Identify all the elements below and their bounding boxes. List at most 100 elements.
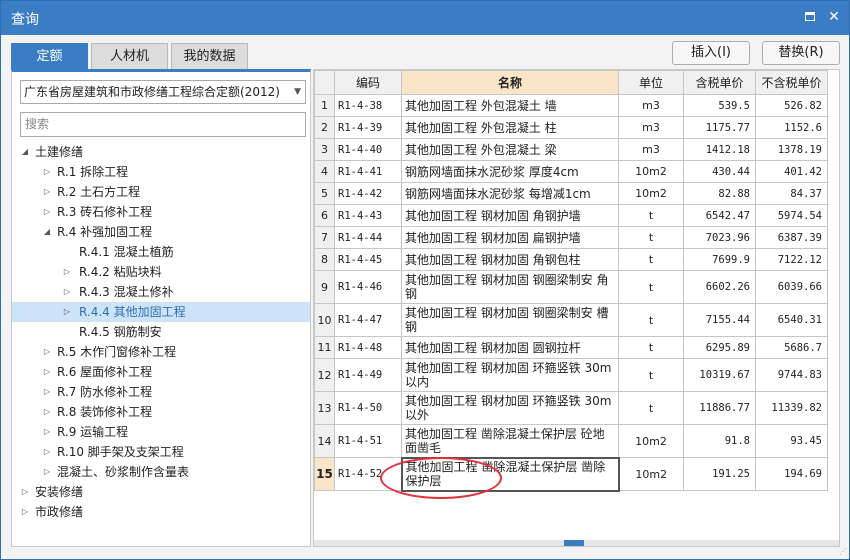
header-name[interactable]: 名称	[401, 70, 619, 95]
title-bar[interactable]: 查询 ✕	[1, 1, 849, 35]
table-row[interactable]: 15 R1-4-52 其他加固工程 凿除混凝土保护层 凿除保护层 10m2 191.25…	[314, 456, 828, 492]
row-number[interactable]: 8	[314, 248, 335, 271]
table-row[interactable]: 8 R1-4-45 其他加固工程 钢材加固 角钢包柱 t 7699.9 7122.12	[314, 248, 828, 271]
collapsed-arrow-icon[interactable]: ▷	[62, 262, 72, 282]
row-number[interactable]: 3	[314, 138, 335, 161]
cell-name[interactable]: 其他加固工程 钢材加固 扁钢护墙	[401, 226, 619, 249]
collapsed-arrow-icon[interactable]: ▷	[42, 162, 52, 182]
cell-price-tax[interactable]: 10319.67	[683, 358, 756, 392]
tree-item[interactable]: ▷ R.4.4 其他加固工程	[12, 302, 310, 322]
cell-code[interactable]: R1-4-40	[334, 138, 402, 161]
cell-name[interactable]: 钢筋网墙面抹水泥砂浆 厚度4cm	[401, 160, 619, 183]
cell-code[interactable]: R1-4-43	[334, 204, 402, 227]
collapsed-arrow-icon[interactable]: ▷	[20, 482, 30, 502]
collapsed-arrow-icon[interactable]: ▷	[42, 382, 52, 402]
table-row[interactable]: 10 R1-4-47 其他加固工程 钢材加固 钢圈梁制安 槽钢 t 7155.44 654…	[314, 303, 828, 337]
tree-item[interactable]: ▷ R.4.3 混凝土修补	[12, 282, 310, 302]
header-unit[interactable]: 单位	[618, 70, 684, 95]
cell-price-tax[interactable]: 7699.9	[683, 248, 756, 271]
cell-name[interactable]: 其他加固工程 凿除混凝土保护层 凿除保护层	[400, 456, 620, 492]
cell-unit[interactable]: t	[618, 358, 684, 392]
table-row[interactable]: 13 R1-4-50 其他加固工程 钢材加固 环箍竖铁 30m以外 t 11886.77…	[314, 391, 828, 425]
cell-unit[interactable]: t	[618, 226, 684, 249]
search-input[interactable]: 搜索	[20, 112, 306, 137]
cell-name[interactable]: 其他加固工程 外包混凝土 墙	[401, 94, 619, 117]
header-code[interactable]: 编码	[334, 70, 402, 95]
cell-code[interactable]: R1-4-44	[334, 226, 402, 249]
cell-unit[interactable]: t	[618, 270, 684, 304]
row-number[interactable]: 11	[314, 336, 335, 359]
cell-unit[interactable]: m3	[618, 116, 684, 139]
cell-price-notax[interactable]: 9744.83	[755, 358, 828, 392]
table-row[interactable]: 5 R1-4-42 钢筋网墙面抹水泥砂浆 每增减1cm 10m2 82.88 84.37	[314, 182, 828, 205]
collapsed-arrow-icon[interactable]: ▷	[42, 182, 52, 202]
tab-quota[interactable]: 定额	[11, 43, 88, 69]
cell-price-notax[interactable]: 5686.7	[755, 336, 828, 359]
table-row[interactable]: 4 R1-4-41 钢筋网墙面抹水泥砂浆 厚度4cm 10m2 430.44 401.42	[314, 160, 828, 183]
table-row[interactable]: 6 R1-4-43 其他加固工程 钢材加固 角钢护墙 t 6542.47 5974.54	[314, 204, 828, 227]
tree-item[interactable]: ▷ R.6 屋面修补工程	[12, 362, 310, 382]
collapsed-arrow-icon[interactable]: ▷	[62, 282, 72, 302]
cell-price-tax[interactable]: 1175.77	[683, 116, 756, 139]
cell-price-notax[interactable]: 1378.19	[755, 138, 828, 161]
row-number[interactable]: 14	[314, 424, 335, 458]
cell-name[interactable]: 其他加固工程 钢材加固 角钢包柱	[401, 248, 619, 271]
cell-unit[interactable]: 10m2	[618, 424, 684, 458]
chevron-down-icon[interactable]: ▼	[294, 81, 301, 103]
row-number[interactable]: 4	[314, 160, 335, 183]
tab-labor-material[interactable]: 人材机	[91, 43, 168, 69]
expanded-arrow-icon[interactable]: ◢	[42, 222, 52, 242]
tree-item[interactable]: ◢ 土建修缮	[12, 142, 310, 162]
cell-price-notax[interactable]: 5974.54	[755, 204, 828, 227]
header-price-notax[interactable]: 不含税单价	[755, 70, 828, 95]
tree-item[interactable]: ◢ R.4 补强加固工程	[12, 222, 310, 242]
tree-item[interactable]: R.4.1 混凝土植筋	[12, 242, 310, 262]
insert-button[interactable]: 插入(I)	[672, 41, 750, 65]
collapsed-arrow-icon[interactable]: ▷	[42, 342, 52, 362]
cell-name[interactable]: 其他加固工程 钢材加固 环箍竖铁 30m以外	[401, 391, 619, 425]
cell-price-tax[interactable]: 6542.47	[683, 204, 756, 227]
collapsed-arrow-icon[interactable]: ▷	[42, 202, 52, 222]
cell-unit[interactable]: m3	[618, 138, 684, 161]
cell-name[interactable]: 其他加固工程 钢材加固 环箍竖铁 30m以内	[401, 358, 619, 392]
cell-price-notax[interactable]: 194.69	[755, 457, 828, 491]
cell-price-notax[interactable]: 11339.82	[755, 391, 828, 425]
cell-name[interactable]: 其他加固工程 钢材加固 钢圈梁制安 角钢	[401, 270, 619, 304]
cell-name[interactable]: 其他加固工程 钢材加固 圆钢拉杆	[401, 336, 619, 359]
tree-item[interactable]: ▷ R.5 木作门窗修补工程	[12, 342, 310, 362]
cell-code[interactable]: R1-4-38	[334, 94, 402, 117]
collapsed-arrow-icon[interactable]: ▷	[42, 402, 52, 422]
row-number[interactable]: 1	[314, 94, 335, 117]
cell-code[interactable]: R1-4-52	[334, 457, 402, 491]
row-number[interactable]: 6	[314, 204, 335, 227]
cell-code[interactable]: R1-4-48	[334, 336, 402, 359]
cell-code[interactable]: R1-4-49	[334, 358, 402, 392]
table-row[interactable]: 12 R1-4-49 其他加固工程 钢材加固 环箍竖铁 30m以内 t 10319.67…	[314, 358, 828, 392]
cell-unit[interactable]: t	[618, 303, 684, 337]
cell-price-notax[interactable]: 401.42	[755, 160, 828, 183]
cell-price-tax[interactable]: 6295.89	[683, 336, 756, 359]
collapsed-arrow-icon[interactable]: ▷	[42, 422, 52, 442]
cell-name[interactable]: 其他加固工程 外包混凝土 梁	[401, 138, 619, 161]
cell-price-notax[interactable]: 93.45	[755, 424, 828, 458]
cell-unit[interactable]: t	[618, 204, 684, 227]
cell-code[interactable]: R1-4-46	[334, 270, 402, 304]
cell-price-notax[interactable]: 6039.66	[755, 270, 828, 304]
cell-name[interactable]: 其他加固工程 外包混凝土 柱	[401, 116, 619, 139]
tab-my-data[interactable]: 我的数据	[171, 43, 248, 69]
table-row[interactable]: 7 R1-4-44 其他加固工程 钢材加固 扁钢护墙 t 7023.96 6387.39	[314, 226, 828, 249]
header-price-tax[interactable]: 含税单价	[683, 70, 756, 95]
resize-grip-icon[interactable]: ⋰	[839, 548, 847, 556]
tree-item[interactable]: ▷ R.2 土石方工程	[12, 182, 310, 202]
cell-unit[interactable]: t	[618, 391, 684, 425]
cell-name[interactable]: 钢筋网墙面抹水泥砂浆 每增减1cm	[401, 182, 619, 205]
cell-unit[interactable]: 10m2	[618, 160, 684, 183]
cell-price-tax[interactable]: 11886.77	[683, 391, 756, 425]
cell-code[interactable]: R1-4-50	[334, 391, 402, 425]
cell-price-notax[interactable]: 526.82	[755, 94, 828, 117]
row-number[interactable]: 5	[314, 182, 335, 205]
row-number[interactable]: 12	[314, 358, 335, 392]
cell-price-tax[interactable]: 82.88	[683, 182, 756, 205]
cell-name[interactable]: 其他加固工程 钢材加固 角钢护墙	[401, 204, 619, 227]
tree-item[interactable]: ▷ R.9 运输工程	[12, 422, 310, 442]
